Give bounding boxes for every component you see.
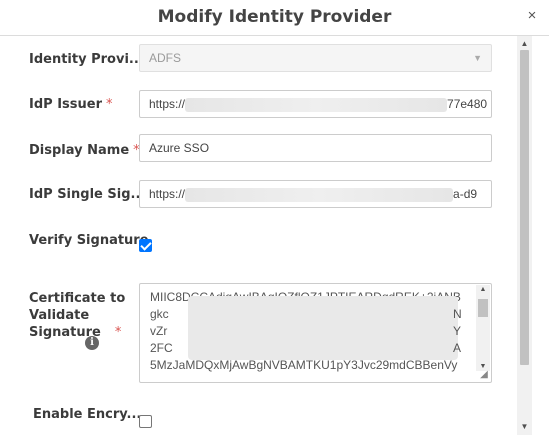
idp-sso-value-suffix: a-d9 bbox=[453, 187, 478, 201]
certificate-label: Certificate to Validate Signature * bbox=[29, 290, 125, 341]
verify-signature-checkbox[interactable] bbox=[139, 239, 152, 252]
certificate-text-line: vZr bbox=[150, 324, 168, 338]
required-marker: * bbox=[114, 325, 122, 340]
textarea-scrollbar[interactable]: ▲ ▼ bbox=[476, 285, 490, 371]
identity-provider-select: ADFS ▼ bbox=[139, 44, 492, 72]
resize-handle-icon[interactable]: ◢ bbox=[478, 369, 490, 381]
enable-encryption-label: Enable Encry... bbox=[33, 407, 141, 422]
enable-encryption-checkbox[interactable] bbox=[139, 415, 152, 428]
close-icon[interactable]: × bbox=[525, 8, 539, 23]
dialog-body: Identity Provi... ADFS ▼ IdP Issuer * htt… bbox=[0, 36, 517, 435]
certificate-label-line: Certificate to bbox=[29, 291, 126, 306]
certificate-label-line: Validate bbox=[29, 308, 90, 323]
certificate-text-line: 5MzJaMDQxMjAwBgNVBAMTKU1pY3Jvc29mdCBBenV… bbox=[150, 358, 458, 372]
idp-issuer-value-suffix: 77e480 bbox=[447, 97, 488, 111]
dialog-scrollbar[interactable]: ▲ ▼ bbox=[517, 36, 532, 435]
identity-provider-label: Identity Provi... bbox=[29, 52, 144, 67]
identity-provider-label-text: Identity Provi... bbox=[29, 52, 144, 67]
display-name-label: Display Name * bbox=[29, 143, 140, 158]
idp-issuer-input[interactable]: https:// 77e480 bbox=[139, 90, 492, 118]
idp-sso-value-prefix: https:// bbox=[149, 187, 186, 201]
idp-issuer-value-prefix: https:// bbox=[149, 97, 186, 111]
idp-single-sign-on-label: IdP Single Sig... bbox=[29, 187, 145, 202]
certificate-text-fragment: Y bbox=[453, 324, 462, 338]
certificate-textarea[interactable]: MIIC8DCCAdigAwIBAgIQZflOZ1JPTIEARDqdREK+… bbox=[139, 283, 492, 383]
dialog-scroll-thumb[interactable] bbox=[520, 50, 529, 365]
display-name-label-text: Display Name bbox=[29, 143, 130, 158]
scroll-up-icon[interactable]: ▲ bbox=[476, 286, 490, 293]
dialog-header: Modify Identity Provider × bbox=[0, 0, 549, 36]
certificate-text-fragment: N bbox=[453, 307, 462, 321]
certificate-text-line: gkc bbox=[150, 307, 169, 321]
verify-signature-label: Verify Signature bbox=[29, 233, 149, 248]
scroll-up-icon[interactable]: ▲ bbox=[517, 38, 532, 50]
certificate-text-fragment: A bbox=[453, 341, 462, 355]
identity-provider-value: ADFS bbox=[149, 51, 182, 65]
certificate-text-line: 2FC bbox=[150, 341, 173, 355]
idp-single-sign-on-label-text: IdP Single Sig... bbox=[29, 187, 146, 202]
idp-single-sign-on-input[interactable]: https:// a-d9 bbox=[139, 180, 492, 208]
enable-encryption-label-text: Enable Encry... bbox=[33, 407, 142, 422]
display-name-value: Azure SSO bbox=[149, 141, 210, 155]
redacted-text bbox=[185, 97, 448, 112]
redacted-text bbox=[188, 296, 458, 360]
info-icon[interactable]: i bbox=[85, 336, 99, 350]
dialog-title: Modify Identity Provider bbox=[157, 7, 392, 27]
redacted-text bbox=[185, 187, 454, 202]
chevron-down-icon: ▼ bbox=[473, 53, 482, 63]
scroll-down-icon[interactable]: ▼ bbox=[517, 421, 532, 433]
textarea-scroll-thumb[interactable] bbox=[478, 299, 488, 317]
idp-issuer-label-text: IdP Issuer bbox=[29, 97, 102, 112]
required-marker: * bbox=[106, 97, 113, 112]
idp-issuer-label: IdP Issuer * bbox=[29, 97, 113, 112]
display-name-input[interactable]: Azure SSO bbox=[139, 134, 492, 162]
verify-signature-label-text: Verify Signature bbox=[29, 233, 149, 248]
modify-identity-provider-dialog: Modify Identity Provider × Identity Prov… bbox=[0, 0, 549, 435]
